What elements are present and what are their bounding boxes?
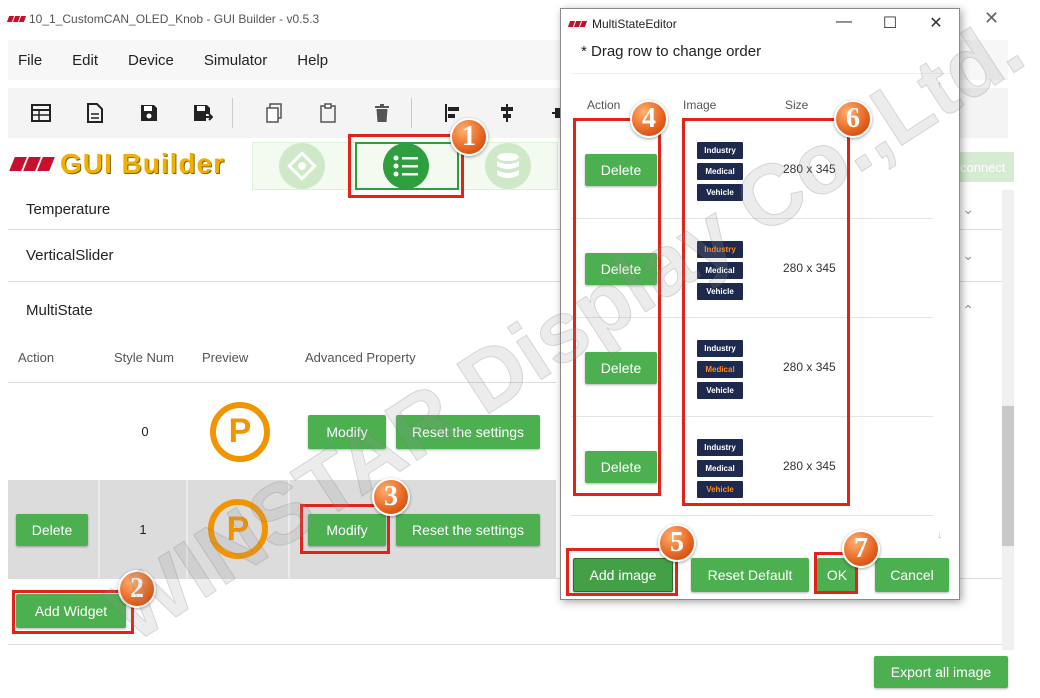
callout-badge-2: 2	[118, 570, 156, 608]
header-image: Image	[683, 98, 717, 112]
drag-hint-text: * Drag row to change order	[581, 43, 762, 60]
header-advanced-property: Advanced Property	[305, 350, 416, 365]
modify-button[interactable]: Modify	[308, 415, 386, 449]
callout-badge-1: 1	[450, 118, 488, 156]
callout-box-5	[566, 548, 678, 596]
toolbar-separator	[411, 98, 412, 128]
style-num: 1	[100, 480, 186, 578]
copy-icon[interactable]	[263, 102, 285, 124]
callout-badge-3: 3	[372, 478, 410, 516]
multistate-table-header: Action Style Num Preview Advanced Proper…	[8, 340, 556, 380]
callout-badge-7: 7	[842, 530, 880, 568]
image-list-header: Action Image Size	[571, 74, 933, 120]
header-action: Action	[18, 350, 55, 365]
paste-icon[interactable]	[317, 102, 339, 124]
chevron-down-icon: ⌄	[962, 247, 974, 263]
document-icon[interactable]	[84, 102, 106, 124]
dialog-title: MultiStateEditor	[592, 17, 677, 31]
app-logo-icon	[6, 16, 27, 22]
window-title-text: 10_1_CustomCAN_OLED_Knob - GUI Builder -…	[29, 12, 320, 26]
preview-image: P	[210, 401, 270, 462]
accordion-verticalslider-label: VerticalSlider	[26, 247, 114, 264]
menu-edit[interactable]: Edit	[72, 52, 98, 69]
winstar-logo-icon	[9, 157, 55, 171]
chevron-up-icon: ⌃	[962, 301, 974, 318]
maximize-icon[interactable]: ☐	[867, 13, 913, 33]
callout-box-1	[348, 134, 464, 198]
minimize-icon[interactable]: —	[821, 13, 867, 31]
window-title: 10_1_CustomCAN_OLED_Knob - GUI Builder -…	[6, 12, 320, 26]
accordion-temperature-label: Temperature	[26, 201, 111, 218]
tab-widgets-icon[interactable]	[279, 143, 325, 189]
align-center-icon[interactable]	[496, 102, 518, 124]
header-action: Action	[587, 98, 621, 112]
save-as-icon[interactable]	[192, 102, 214, 124]
callout-badge-5: 5	[658, 524, 696, 562]
menu-simulator[interactable]: Simulator	[204, 52, 267, 69]
menu-device[interactable]: Device	[128, 52, 174, 69]
reset-settings-button[interactable]: Reset the settings	[396, 415, 540, 449]
tab-database-icon[interactable]	[485, 143, 531, 189]
cancel-button[interactable]: Cancel	[875, 558, 949, 592]
export-all-image-button[interactable]: Export all image	[874, 656, 1008, 688]
header-preview: Preview	[202, 350, 249, 365]
close-icon[interactable]: ✕	[913, 13, 959, 33]
divider	[8, 644, 1002, 645]
delete-button[interactable]: Delete	[16, 514, 88, 546]
scroll-down-icon[interactable]: ↓	[937, 530, 942, 541]
accordion-multistate-label: MultiState	[26, 301, 93, 319]
brand-logo: GUI Builder	[9, 148, 226, 180]
menu-file[interactable]: File	[18, 52, 42, 69]
brand-text: GUI Builder	[60, 148, 226, 179]
table-row[interactable]: 0 P Modify Reset the settings	[8, 382, 556, 480]
dialog-titlebar: MultiStateEditor — ☐ ✕	[561, 9, 959, 39]
table-icon[interactable]	[30, 102, 52, 124]
save-icon[interactable]	[138, 102, 160, 124]
reset-default-button[interactable]: Reset Default	[691, 558, 809, 592]
toolbar-separator	[232, 98, 233, 128]
callout-badge-4: 4	[630, 100, 668, 138]
scroll-up-icon[interactable]: ↑	[937, 80, 942, 91]
delete-icon[interactable]	[371, 102, 393, 124]
callout-box-6	[682, 118, 850, 506]
reset-settings-button[interactable]: Reset the settings	[396, 514, 540, 546]
header-size: Size	[785, 98, 809, 112]
callout-box-4	[573, 118, 661, 496]
header-style-num: Style Num	[114, 350, 174, 365]
connect-button[interactable]: connect	[958, 152, 1014, 182]
callout-box-2	[12, 590, 134, 634]
window-close-button[interactable]: ✕	[984, 8, 999, 29]
callout-box-3	[300, 504, 390, 554]
chevron-down-icon: ⌄	[962, 201, 974, 217]
main-scrollbar-thumb[interactable]	[1002, 406, 1014, 546]
callout-badge-6: 6	[834, 100, 872, 138]
list-scrollbar[interactable]: ↑ ↓	[935, 74, 951, 541]
style-num: 0	[141, 424, 149, 439]
menu-help[interactable]: Help	[297, 52, 328, 69]
app-logo-icon	[567, 21, 588, 27]
table-row[interactable]: 1 P Delete Modify Reset the settings	[8, 480, 556, 578]
preview-image: P	[208, 499, 268, 559]
